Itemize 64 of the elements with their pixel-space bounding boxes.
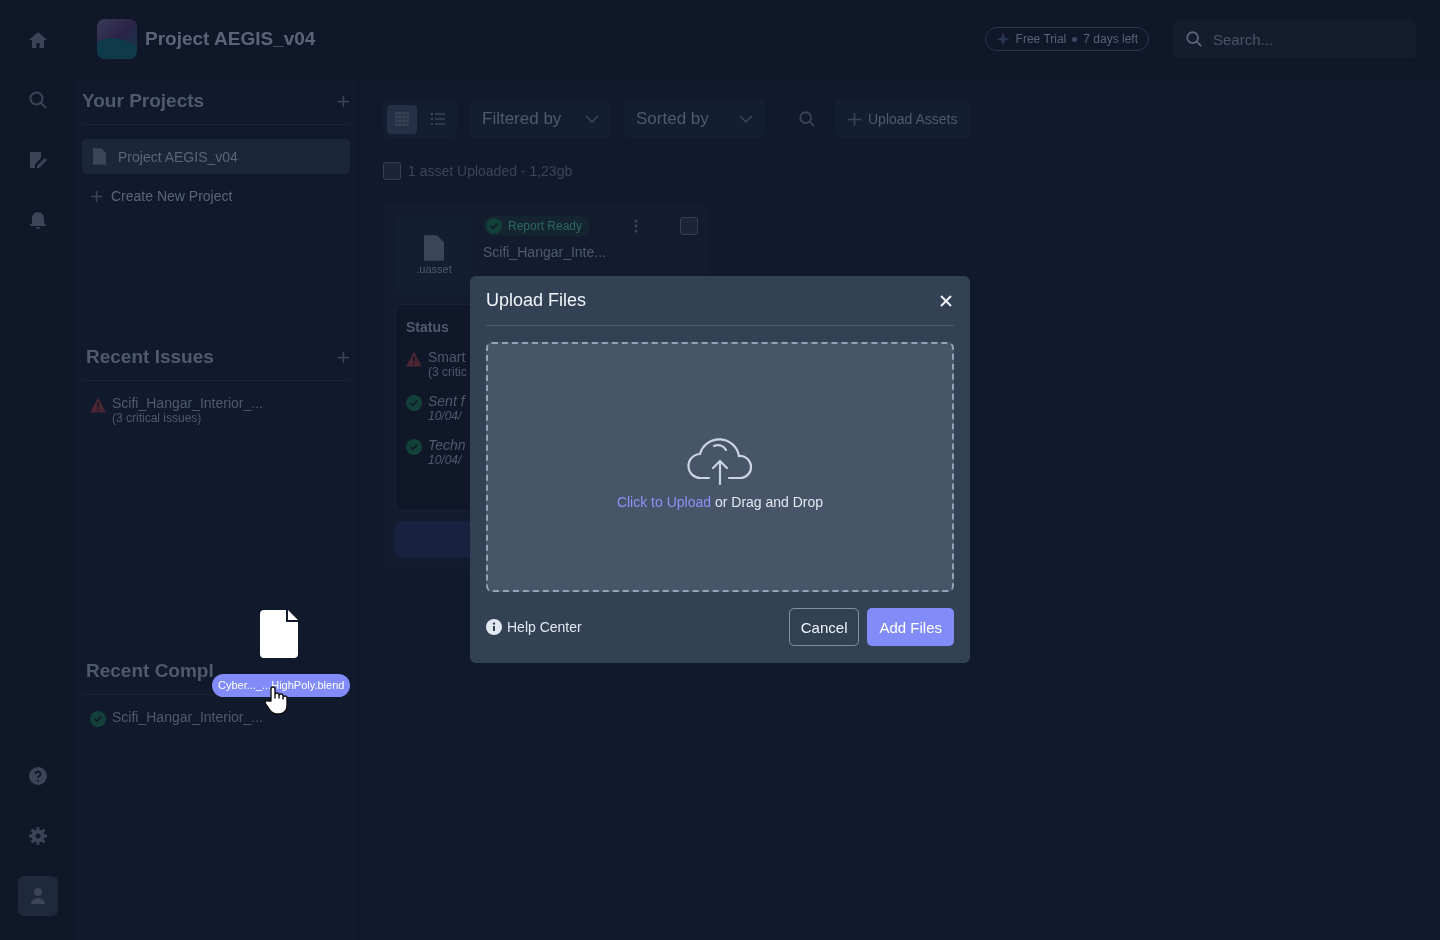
- dragged-file-label: Cyber..._...HighPoly.blend: [212, 674, 351, 697]
- check-circle-icon: [406, 395, 422, 411]
- more-options-icon[interactable]: [634, 219, 638, 233]
- help-center-link[interactable]: Help Center: [486, 619, 582, 635]
- select-all-checkbox[interactable]: [383, 162, 401, 180]
- chevron-down-icon: [739, 115, 753, 123]
- issue-name[interactable]: Scifi_Hangar_Interior_...: [112, 395, 263, 411]
- asset-name: Scifi_Hangar_Inte...: [483, 244, 607, 260]
- upload-assets-button[interactable]: Upload Assets: [835, 100, 970, 138]
- home-icon[interactable]: [27, 30, 48, 50]
- asset-checkbox[interactable]: [680, 217, 698, 235]
- help-icon[interactable]: [27, 766, 48, 786]
- chevron-down-icon: [585, 115, 599, 123]
- upload-instructions: Click to Upload or Drag and Drop: [616, 494, 824, 510]
- file-icon: [260, 610, 298, 658]
- status-step: Sent f: [428, 393, 465, 409]
- drop-zone[interactable]: Click to Upload or Drag and Drop: [486, 342, 954, 592]
- filter-dropdown[interactable]: Filtered by: [470, 100, 611, 138]
- plus-icon: [90, 189, 103, 203]
- file-icon: [93, 148, 106, 165]
- sort-dropdown[interactable]: Sorted by: [624, 100, 765, 138]
- status-detail: 10/04/: [428, 453, 463, 467]
- settings-icon[interactable]: [27, 826, 48, 846]
- search-field[interactable]: Search...: [1173, 20, 1416, 58]
- check-circle-icon: [406, 439, 422, 455]
- bell-icon[interactable]: [27, 210, 48, 230]
- add-files-button[interactable]: Add Files: [867, 608, 954, 646]
- project-logo-icon: [97, 19, 137, 59]
- completed-item[interactable]: Scifi_Hangar_Interior_...: [112, 709, 263, 725]
- section-title: Recent Compl: [86, 660, 214, 682]
- sparkle-icon: [995, 32, 1010, 46]
- add-icon[interactable]: [337, 350, 350, 364]
- warning-icon: [90, 397, 106, 413]
- add-icon[interactable]: [337, 94, 350, 108]
- list-icon: [431, 112, 445, 126]
- status-detail: (3 critic: [428, 365, 467, 379]
- create-project-button[interactable]: Create New Project: [82, 174, 350, 204]
- status-badge: Report Ready: [483, 216, 591, 236]
- close-icon[interactable]: [940, 294, 952, 307]
- document-edit-icon[interactable]: [27, 150, 48, 170]
- search-icon[interactable]: [27, 90, 48, 110]
- check-circle-icon: [486, 218, 502, 234]
- user-avatar-button[interactable]: [17, 876, 58, 916]
- search-icon[interactable]: [798, 110, 816, 128]
- section-title: Your Projects: [82, 90, 205, 112]
- section-title: Recent Issues: [86, 346, 214, 368]
- project-title: Project AEGIS_v04: [145, 28, 316, 50]
- issue-detail: (3 critical issues): [112, 411, 203, 425]
- search-icon: [1185, 30, 1203, 48]
- click-to-upload-link[interactable]: Click to Upload: [616, 494, 712, 510]
- status-step: Techn: [428, 437, 466, 453]
- info-icon: [486, 619, 502, 635]
- cancel-button[interactable]: Cancel: [788, 608, 860, 646]
- status-step: Smart: [428, 349, 467, 365]
- status-detail: 10/04/: [428, 409, 463, 423]
- file-icon: [424, 235, 444, 261]
- check-circle-icon: [90, 711, 106, 727]
- file-extension: .uasset: [416, 263, 452, 275]
- plus-icon: [847, 111, 862, 127]
- status-title: Status: [406, 319, 450, 335]
- project-item[interactable]: Project AEGIS_v04: [82, 139, 350, 174]
- grid-view-button[interactable]: [387, 104, 417, 134]
- dialog-title: Upload Files: [486, 290, 587, 311]
- warning-icon: [406, 351, 422, 367]
